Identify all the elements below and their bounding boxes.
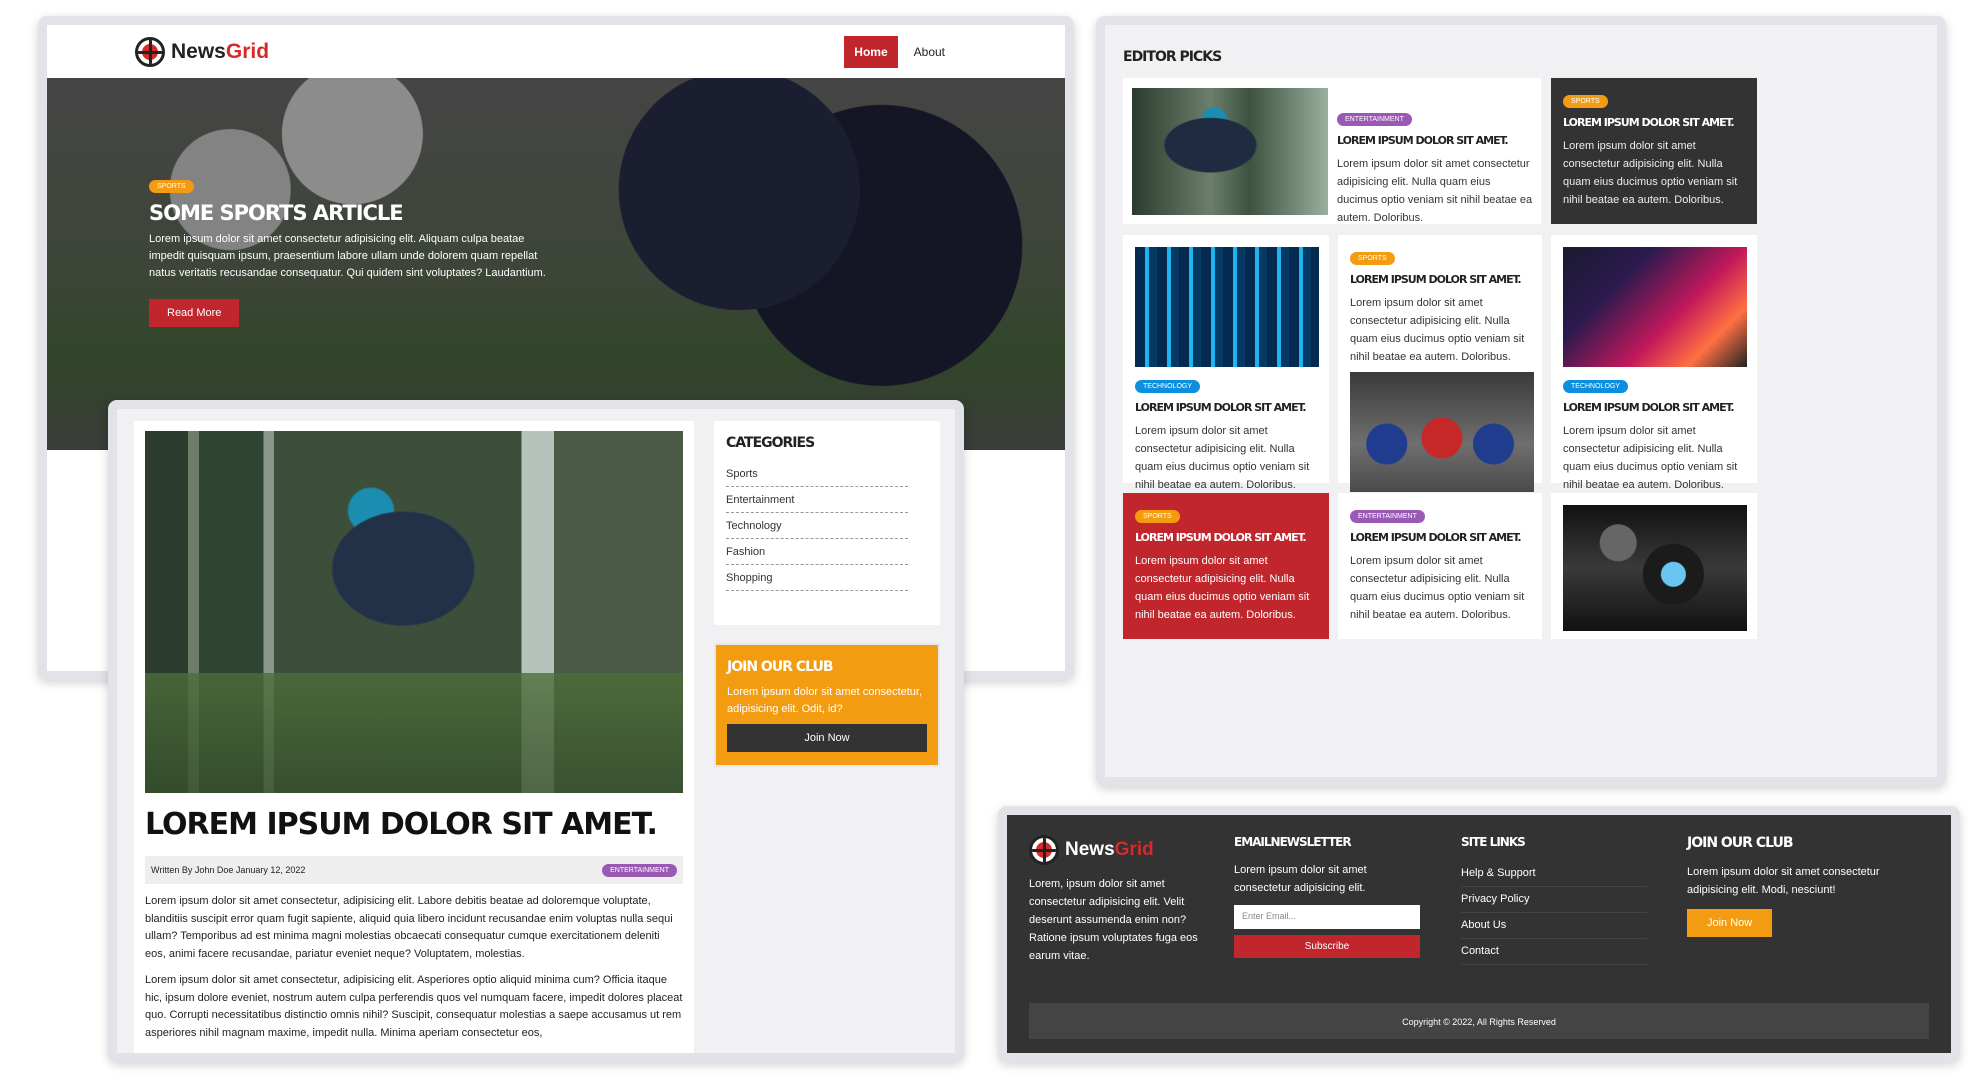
email-input[interactable]: Enter Email...	[1234, 905, 1420, 929]
pick-1-badge[interactable]: Entertainment	[1337, 113, 1412, 126]
footer-screenshot: NewsGrid Lorem, ipsum dolor sit amet con…	[998, 806, 1960, 1062]
copyright-bar: Copyright © 2022, All Rights Reserved	[1029, 1003, 1929, 1039]
pick-5-text: Lorem ipsum dolor sit amet consectetur a…	[1563, 425, 1738, 491]
article: Lorem ipsum dolor sit amet. Written By J…	[134, 421, 694, 1053]
category-entertainment[interactable]: Entertainment	[726, 487, 908, 513]
article-screenshot: Lorem ipsum dolor sit amet. Written By J…	[108, 400, 964, 1062]
globe-icon	[135, 36, 165, 67]
join-now-button[interactable]: Join Now	[727, 724, 927, 752]
pick-4-badge[interactable]: Sports	[1350, 252, 1395, 265]
hero-title: Some Sports Article	[149, 201, 404, 225]
hero-badge[interactable]: Sports	[149, 180, 194, 193]
join-club-widget: Join Our Club Lorem ipsum dolor sit amet…	[714, 643, 940, 767]
hero-text: Lorem ipsum dolor sit amet consectetur a…	[149, 233, 546, 279]
hero-image: Sports Some Sports Article Lorem ipsum d…	[47, 78, 1065, 450]
footer-newsletter: Emailnewsletter Lorem ipsum dolor sit am…	[1234, 835, 1424, 958]
pick-3-title: Lorem ipsum dolor sit amet.	[1135, 401, 1307, 414]
footer-brand-news: News	[1065, 839, 1115, 860]
cycling-image	[1350, 372, 1534, 492]
logo[interactable]: NewsGrid	[135, 36, 270, 67]
newsletter-title: Emailnewsletter	[1234, 835, 1352, 849]
pick-6-badge[interactable]: Sports	[1135, 510, 1180, 523]
globe-icon	[1029, 835, 1059, 865]
pick-card-6[interactable]: Sports Lorem ipsum dolor sit amet. Lorem…	[1123, 493, 1329, 639]
pick-5-badge[interactable]: Technology	[1563, 380, 1629, 393]
article-badge[interactable]: Entertainment	[602, 863, 677, 877]
club-text: Lorem ipsum dolor sit amet consectetur, …	[727, 686, 923, 715]
article-image	[145, 431, 683, 793]
article-title: Lorem ipsum dolor sit amet.	[145, 807, 658, 842]
brand-grid: Grid	[225, 39, 270, 63]
categories-title: Categories	[726, 435, 815, 451]
pick-1-text: Lorem ipsum dolor sit amet consectetur a…	[1337, 158, 1533, 224]
footer-club-text: Lorem ipsum dolor sit amet consectetur a…	[1687, 866, 1880, 896]
article-byline: Written By John Doe January 12, 2022	[151, 865, 306, 875]
category-sports[interactable]: Sports	[726, 461, 908, 487]
pick-2-badge[interactable]: Sports	[1563, 95, 1608, 108]
pick-7-badge[interactable]: Entertainment	[1350, 510, 1425, 523]
navbar: NewsGrid Home About	[47, 25, 1065, 78]
vr-image	[1132, 88, 1328, 215]
footer-brand-grid: Grid	[1114, 839, 1154, 860]
editor-picks-title: Editor Picks	[1123, 49, 1222, 65]
subscribe-button[interactable]: Subscribe	[1234, 935, 1420, 958]
server-image	[1135, 247, 1319, 367]
pick-4-text: Lorem ipsum dolor sit amet consectetur a…	[1350, 297, 1525, 363]
pick-3-text: Lorem ipsum dolor sit amet consectetur a…	[1135, 425, 1310, 491]
pick-2-text: Lorem ipsum dolor sit amet consectetur a…	[1563, 140, 1738, 206]
pick-card-2[interactable]: Sports Lorem ipsum dolor sit amet. Lorem…	[1551, 78, 1757, 224]
editor-picks-screenshot: Editor Picks Entertainment Lorem ipsum d…	[1096, 16, 1946, 786]
nav-about[interactable]: About	[904, 36, 955, 68]
footer-about: NewsGrid Lorem, ipsum dolor sit amet con…	[1029, 835, 1199, 965]
link-about-us[interactable]: About Us	[1461, 913, 1647, 939]
camera-image	[1563, 505, 1747, 631]
footer-about-text: Lorem, ipsum dolor sit amet consectetur …	[1029, 878, 1198, 962]
pick-6-title: Lorem ipsum dolor sit amet.	[1135, 531, 1307, 544]
pick-card-8[interactable]	[1551, 493, 1757, 639]
pick-2-title: Lorem ipsum dolor sit amet.	[1563, 116, 1735, 129]
footer-site-links: Site Links Help & Support Privacy Policy…	[1461, 835, 1651, 965]
pick-1-title: Lorem ipsum dolor sit amet.	[1337, 134, 1509, 147]
newsletter-text: Lorem ipsum dolor sit amet consectetur a…	[1234, 864, 1367, 894]
footer-join-now-button[interactable]: Join Now	[1687, 909, 1773, 937]
pick-7-title: Lorem ipsum dolor sit amet.	[1350, 531, 1522, 544]
category-technology[interactable]: Technology	[726, 513, 908, 539]
footer-join-club: Join Our Club Lorem ipsum dolor sit amet…	[1687, 835, 1917, 937]
category-shopping[interactable]: Shopping	[726, 565, 908, 591]
link-help-support[interactable]: Help & Support	[1461, 861, 1647, 887]
footer-logo[interactable]: NewsGrid	[1029, 835, 1199, 865]
categories-widget: Categories Sports Entertainment Technolo…	[714, 421, 940, 625]
site-links-title: Site Links	[1461, 835, 1526, 849]
link-privacy-policy[interactable]: Privacy Policy	[1461, 887, 1647, 913]
footer-club-title: Join Our Club	[1687, 835, 1794, 851]
pick-card-1[interactable]: Entertainment Lorem ipsum dolor sit amet…	[1123, 78, 1541, 224]
link-contact[interactable]: Contact	[1461, 939, 1647, 965]
laptop-image	[1563, 247, 1747, 367]
pick-4-title: Lorem ipsum dolor sit amet.	[1350, 273, 1522, 286]
pick-3-badge[interactable]: Technology	[1135, 380, 1201, 393]
category-fashion[interactable]: Fashion	[726, 539, 908, 565]
pick-5-title: Lorem ipsum dolor sit amet.	[1563, 401, 1735, 414]
pick-card-3[interactable]: Technology Lorem ipsum dolor sit amet. L…	[1123, 235, 1329, 491]
pick-card-5[interactable]: Technology Lorem ipsum dolor sit amet. L…	[1551, 235, 1757, 491]
article-meta: Written By John Doe January 12, 2022 Ent…	[145, 856, 683, 884]
read-more-button[interactable]: Read More	[149, 299, 240, 327]
article-paragraph-1: Lorem ipsum dolor sit amet consectetur, …	[145, 895, 673, 960]
article-paragraph-2: Lorem ipsum dolor sit amet consectetur, …	[145, 974, 683, 1039]
pick-7-text: Lorem ipsum dolor sit amet consectetur a…	[1350, 555, 1525, 621]
brand-news: News	[171, 39, 226, 63]
hero-content: Sports Some Sports Article Lorem ipsum d…	[149, 175, 549, 327]
pick-card-4[interactable]: Sports Lorem ipsum dolor sit amet. Lorem…	[1338, 235, 1542, 492]
nav-home[interactable]: Home	[844, 35, 898, 68]
pick-card-7[interactable]: Entertainment Lorem ipsum dolor sit amet…	[1338, 493, 1542, 639]
club-title: Join Our Club	[727, 659, 834, 675]
pick-6-text: Lorem ipsum dolor sit amet consectetur a…	[1135, 555, 1310, 621]
